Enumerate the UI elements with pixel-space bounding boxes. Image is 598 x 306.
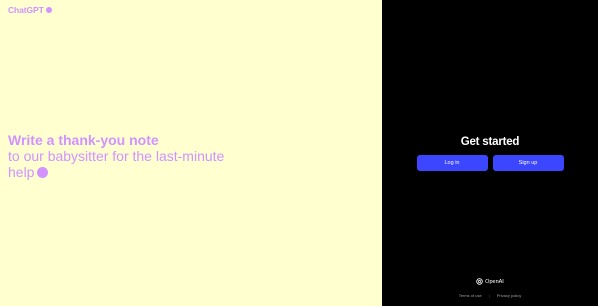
brand-dot-icon	[45, 7, 52, 13]
signup-button[interactable]: Sign up	[492, 155, 564, 171]
brand-name: ChatGPT	[8, 5, 44, 15]
login-button[interactable]: Log in	[416, 155, 488, 171]
footer-separator: |	[488, 293, 490, 298]
prompt-line-2: to our babysitter for the last-minute	[8, 148, 225, 164]
auth-section: Get started Log in Sign up	[382, 136, 598, 171]
openai-logo-icon	[476, 278, 483, 285]
right-panel: Get started Log in Sign up OpenAI Terms …	[382, 0, 598, 306]
left-panel: ChatGPT Write a thank-you note to our ba…	[0, 0, 382, 306]
openai-brand: OpenAI	[382, 278, 598, 285]
openai-label: OpenAI	[485, 278, 504, 285]
prompt-line-1: Write a thank-you note	[8, 132, 159, 148]
auth-buttons: Log in Sign up	[416, 155, 564, 171]
prompt-headline: Write a thank-you note to our babysitter…	[8, 132, 338, 180]
cursor-dot-icon	[37, 166, 49, 178]
prompt-line-3-wrap: help	[8, 164, 49, 180]
privacy-link[interactable]: Privacy policy	[497, 293, 521, 298]
prompt-line-3: help	[8, 164, 35, 180]
auth-title: Get started	[460, 136, 520, 148]
terms-link[interactable]: Terms of use	[459, 293, 482, 298]
brand-logo: ChatGPT	[8, 5, 52, 15]
app-root: ChatGPT Write a thank-you note to our ba…	[0, 0, 598, 306]
footer-links: Terms of use | Privacy policy	[382, 293, 598, 298]
